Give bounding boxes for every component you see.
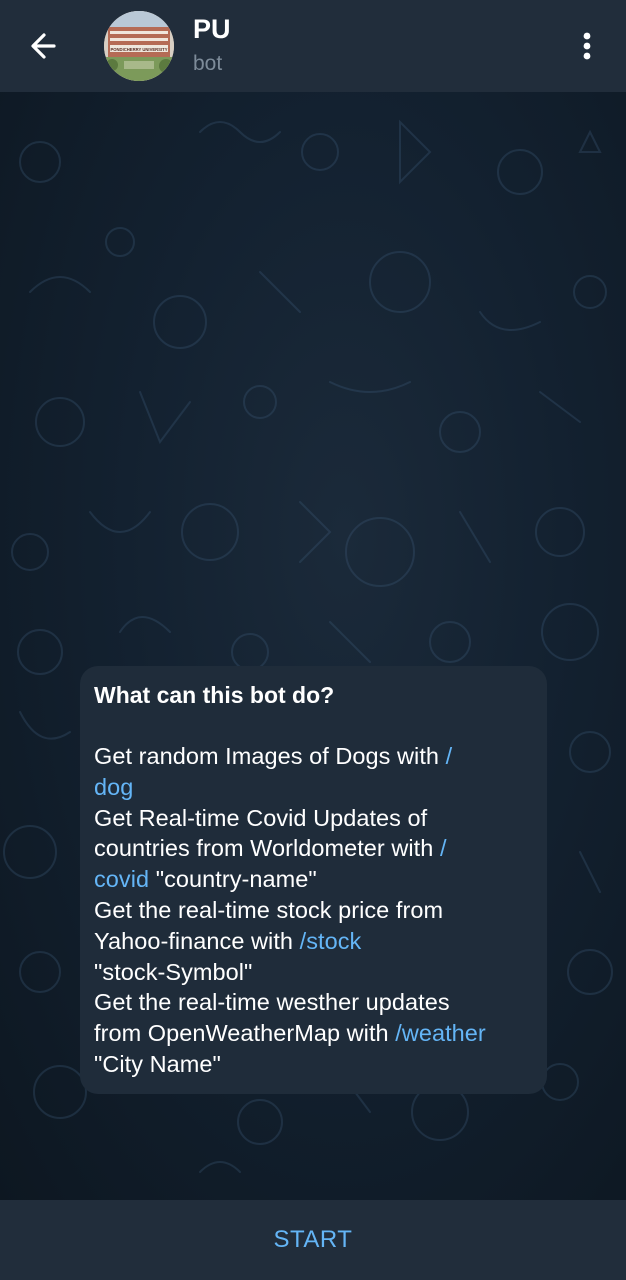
chat-subtitle: bot xyxy=(193,52,223,75)
command-link-dog-cont[interactable]: dog xyxy=(94,774,133,800)
feature-text: from OpenWeatherMap with xyxy=(94,1020,396,1047)
avatar-caption: PONDICHERRY UNIVERSITY xyxy=(110,47,167,52)
bot-description-card: What can this bot do? Get random Images … xyxy=(80,666,547,1094)
chat-background: What can this bot do? Get random Images … xyxy=(0,92,626,1200)
feature-text: Get the real-time westher updates xyxy=(94,989,450,1016)
card-body: Get random Images of Dogs with / dog Get… xyxy=(94,741,533,1080)
feature-weather: Get the real-time westher updates from O… xyxy=(94,987,533,1079)
start-button[interactable]: START xyxy=(0,1200,626,1280)
feature-text: Get the real-time stock price from xyxy=(94,896,444,923)
feature-covid: Get Real-time Covid Updates of countries… xyxy=(94,803,533,895)
avatar[interactable]: PONDICHERRY UNIVERSITY xyxy=(104,11,174,81)
feature-arg: "country-name" xyxy=(149,866,317,893)
arrow-left-icon xyxy=(31,33,56,59)
university-building-image: PONDICHERRY UNIVERSITY xyxy=(104,11,174,81)
feature-arg: "stock-Symbol" xyxy=(94,958,253,985)
command-link-weather[interactable]: /weather xyxy=(395,1020,486,1046)
feature-text: countries from Worldometer with xyxy=(94,835,440,862)
feature-text: Yahoo-finance with xyxy=(94,927,300,954)
more-menu-button[interactable] xyxy=(572,28,602,64)
command-link-covid-cont[interactable]: covid xyxy=(94,866,149,892)
bottom-bar: START xyxy=(0,1200,626,1280)
more-vertical-icon xyxy=(583,32,591,60)
feature-stock: Get the real-time stock price from Yahoo… xyxy=(94,895,533,987)
feature-arg: "City Name" xyxy=(94,1050,221,1077)
feature-text: Get Real-time Covid Updates of xyxy=(94,804,428,831)
feature-dog: Get random Images of Dogs with / dog xyxy=(94,741,533,803)
chat-title: PU xyxy=(193,14,231,44)
card-heading: What can this bot do? xyxy=(94,682,335,708)
command-link-stock[interactable]: /stock xyxy=(300,928,362,954)
chat-header: PONDICHERRY UNIVERSITY PU bot xyxy=(0,0,626,92)
feature-text: Get random Images of Dogs with xyxy=(94,743,446,769)
command-link-covid[interactable]: / xyxy=(440,835,447,861)
back-button[interactable] xyxy=(24,26,66,66)
command-link-dog[interactable]: / xyxy=(446,743,453,769)
